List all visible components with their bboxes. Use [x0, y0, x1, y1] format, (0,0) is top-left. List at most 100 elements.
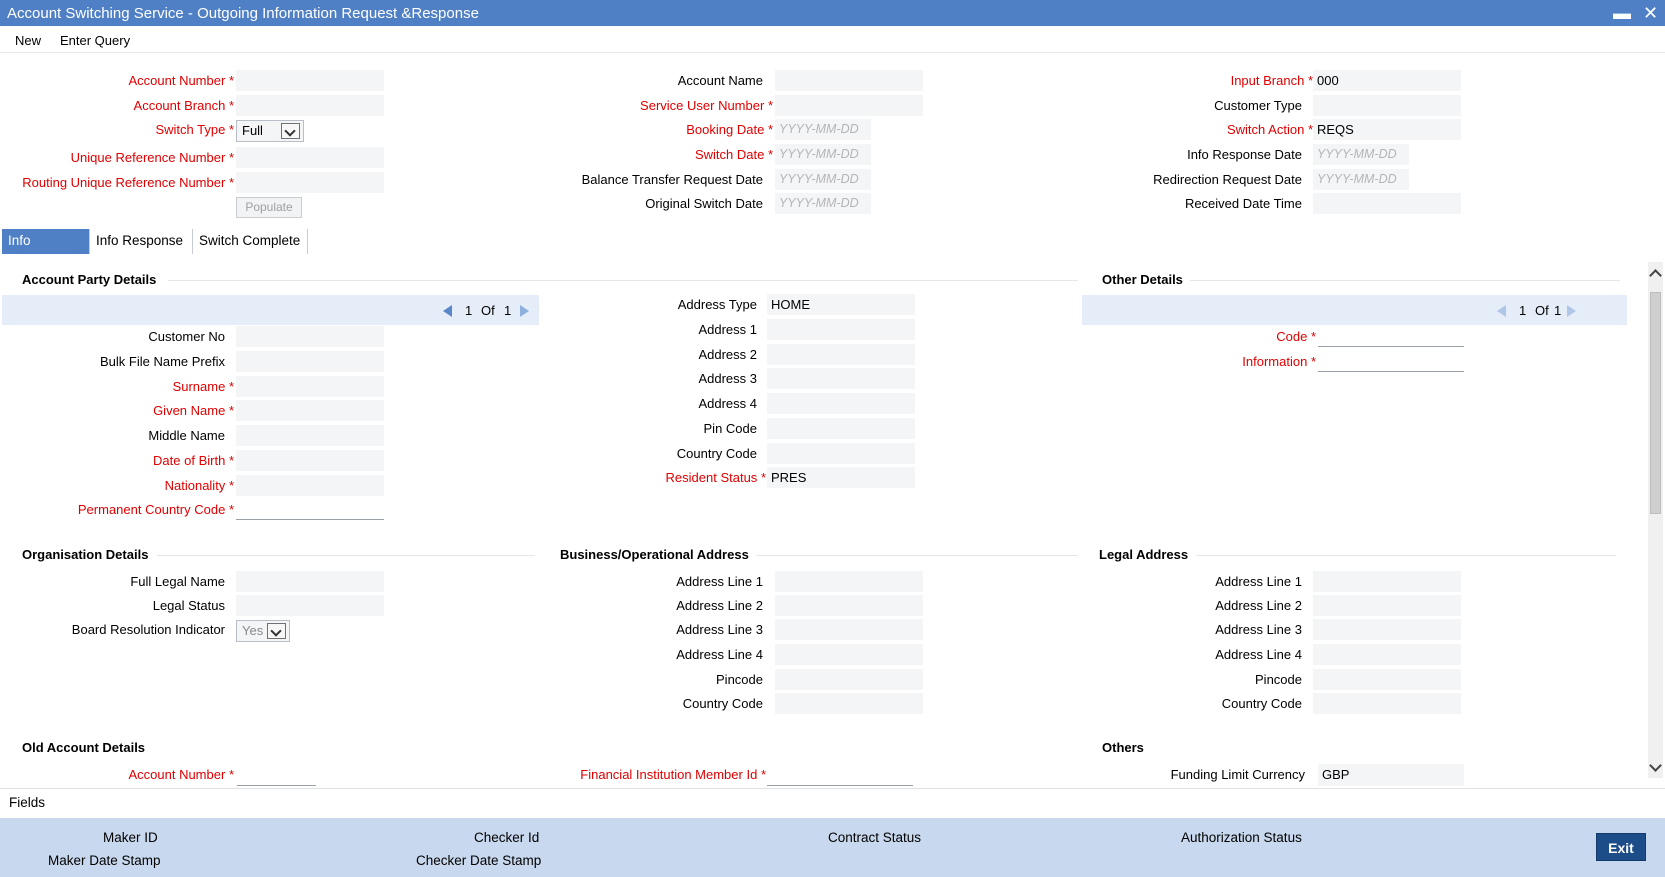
section-divider [1196, 555, 1616, 556]
scroll-down-icon[interactable] [1649, 759, 1662, 772]
legal-line2-label: Address Line 2 [1215, 598, 1302, 613]
info-response-date-label: Info Response Date [1187, 147, 1302, 162]
authorization-status-label: Authorization Status [1181, 830, 1302, 845]
minimize-icon[interactable]: ▬ [1613, 1, 1631, 25]
resident-status-label: Resident Status * [665, 470, 766, 485]
balance-transfer-date-label: Balance Transfer Request Date [581, 172, 763, 187]
title-bar: Account Switching Service - Outgoing Inf… [0, 0, 1665, 26]
country-code-input[interactable] [767, 443, 915, 464]
tab-switch-complete[interactable]: Switch Complete [193, 229, 308, 254]
switch-action-input[interactable]: REQS [1313, 119, 1461, 140]
board-resolution-select[interactable]: Yes [236, 620, 290, 642]
info-response-date-input[interactable]: YYYY-MM-DD [1313, 144, 1409, 165]
menu-bar: New Enter Query [0, 28, 1665, 53]
old-account-number-input[interactable] [237, 764, 316, 786]
information-input[interactable] [1318, 351, 1464, 372]
tab-info-response[interactable]: Info Response [90, 229, 193, 254]
previous-page-icon[interactable] [1497, 305, 1506, 317]
middle-name-input[interactable] [236, 425, 384, 446]
pin-code-input[interactable] [767, 418, 915, 439]
business-line1-label: Address Line 1 [676, 574, 763, 589]
populate-button[interactable]: Populate [236, 197, 302, 218]
next-page-icon[interactable] [520, 305, 529, 317]
surname-input[interactable] [236, 376, 384, 397]
legal-line4-label: Address Line 4 [1215, 647, 1302, 662]
address-type-input[interactable]: HOME [767, 294, 915, 315]
legal-line4-input[interactable] [1313, 644, 1461, 665]
bulk-file-prefix-input[interactable] [236, 351, 384, 372]
scroll-thumb[interactable] [1650, 292, 1661, 514]
balance-transfer-date-input[interactable]: YYYY-MM-DD [775, 169, 871, 190]
switch-action-label: Switch Action * [1226, 122, 1313, 137]
legal-pincode-input[interactable] [1313, 669, 1461, 690]
business-pincode-input[interactable] [775, 669, 923, 690]
redirection-request-date-label: Redirection Request Date [1153, 172, 1302, 187]
given-name-input[interactable] [236, 400, 384, 421]
service-user-number-input[interactable] [775, 95, 923, 116]
code-input[interactable] [1318, 326, 1464, 347]
given-name-label: Given Name * [153, 403, 234, 418]
scroll-up-icon[interactable] [1649, 269, 1662, 282]
business-line1-input[interactable] [775, 571, 923, 592]
vertical-scrollbar[interactable] [1648, 262, 1663, 778]
legal-line3-input[interactable] [1313, 619, 1461, 640]
legal-line2-input[interactable] [1313, 595, 1461, 616]
switch-type-select[interactable]: Full [236, 120, 304, 142]
redirection-request-date-input[interactable]: YYYY-MM-DD [1313, 169, 1409, 190]
fields-link[interactable]: Fields [9, 795, 45, 810]
account-name-input[interactable] [775, 70, 923, 91]
account-number-input[interactable] [236, 70, 384, 91]
close-icon[interactable]: ✕ [1643, 1, 1658, 25]
customer-type-input[interactable] [1313, 95, 1461, 116]
business-line4-label: Address Line 4 [676, 647, 763, 662]
exit-button[interactable]: Exit [1596, 833, 1646, 861]
business-country-code-input[interactable] [775, 693, 923, 714]
menu-new[interactable]: New [15, 33, 41, 48]
address1-input[interactable] [767, 319, 915, 340]
chevron-down-icon[interactable] [281, 123, 300, 139]
address-type-label: Address Type [677, 297, 757, 312]
bulk-file-prefix-label: Bulk File Name Prefix [100, 354, 225, 369]
dob-input[interactable] [236, 450, 384, 471]
middle-name-label: Middle Name [148, 428, 225, 443]
chevron-down-icon[interactable] [267, 623, 286, 639]
input-branch-input[interactable]: 000 [1313, 70, 1461, 91]
address2-input[interactable] [767, 344, 915, 365]
switch-date-input[interactable]: YYYY-MM-DD [775, 144, 871, 165]
account-name-label: Account Name [677, 73, 763, 88]
original-switch-date-input[interactable]: YYYY-MM-DD [775, 193, 871, 214]
routing-reference-input[interactable] [236, 172, 384, 193]
fi-member-id-input[interactable] [767, 764, 913, 786]
pager-total: 1 [1554, 303, 1562, 318]
account-branch-input[interactable] [236, 95, 384, 116]
full-legal-name-input[interactable] [236, 571, 384, 592]
next-page-icon[interactable] [1567, 305, 1576, 317]
nationality-input[interactable] [236, 475, 384, 496]
address3-input[interactable] [767, 368, 915, 389]
business-line4-input[interactable] [775, 644, 923, 665]
legal-country-code-input[interactable] [1313, 693, 1461, 714]
input-branch-label: Input Branch * [1230, 73, 1313, 88]
customer-no-input[interactable] [236, 326, 384, 347]
section-divider [157, 555, 535, 556]
old-account-title: Old Account Details [22, 740, 146, 755]
received-date-time-label: Received Date Time [1184, 196, 1302, 211]
permanent-country-code-input[interactable] [236, 499, 384, 520]
funding-limit-currency-input[interactable]: GBP [1318, 764, 1464, 786]
address4-input[interactable] [767, 393, 915, 414]
legal-address-title: Legal Address [1099, 547, 1189, 562]
previous-page-icon[interactable] [443, 305, 452, 317]
booking-date-input[interactable]: YYYY-MM-DD [775, 119, 871, 140]
received-date-time-input[interactable] [1313, 193, 1461, 214]
menu-enter-query[interactable]: Enter Query [60, 33, 130, 48]
routing-reference-label: Routing Unique Reference Number * [22, 175, 234, 190]
tab-info-request[interactable]: Info Request [2, 229, 90, 272]
legal-status-input[interactable] [236, 595, 384, 616]
business-country-code-label: Country Code [682, 696, 763, 711]
pager-current: 1 [465, 303, 473, 318]
business-line3-input[interactable] [775, 619, 923, 640]
business-line2-input[interactable] [775, 595, 923, 616]
legal-line1-input[interactable] [1313, 571, 1461, 592]
resident-status-input[interactable]: PRES [767, 467, 915, 488]
unique-reference-input[interactable] [236, 147, 384, 168]
